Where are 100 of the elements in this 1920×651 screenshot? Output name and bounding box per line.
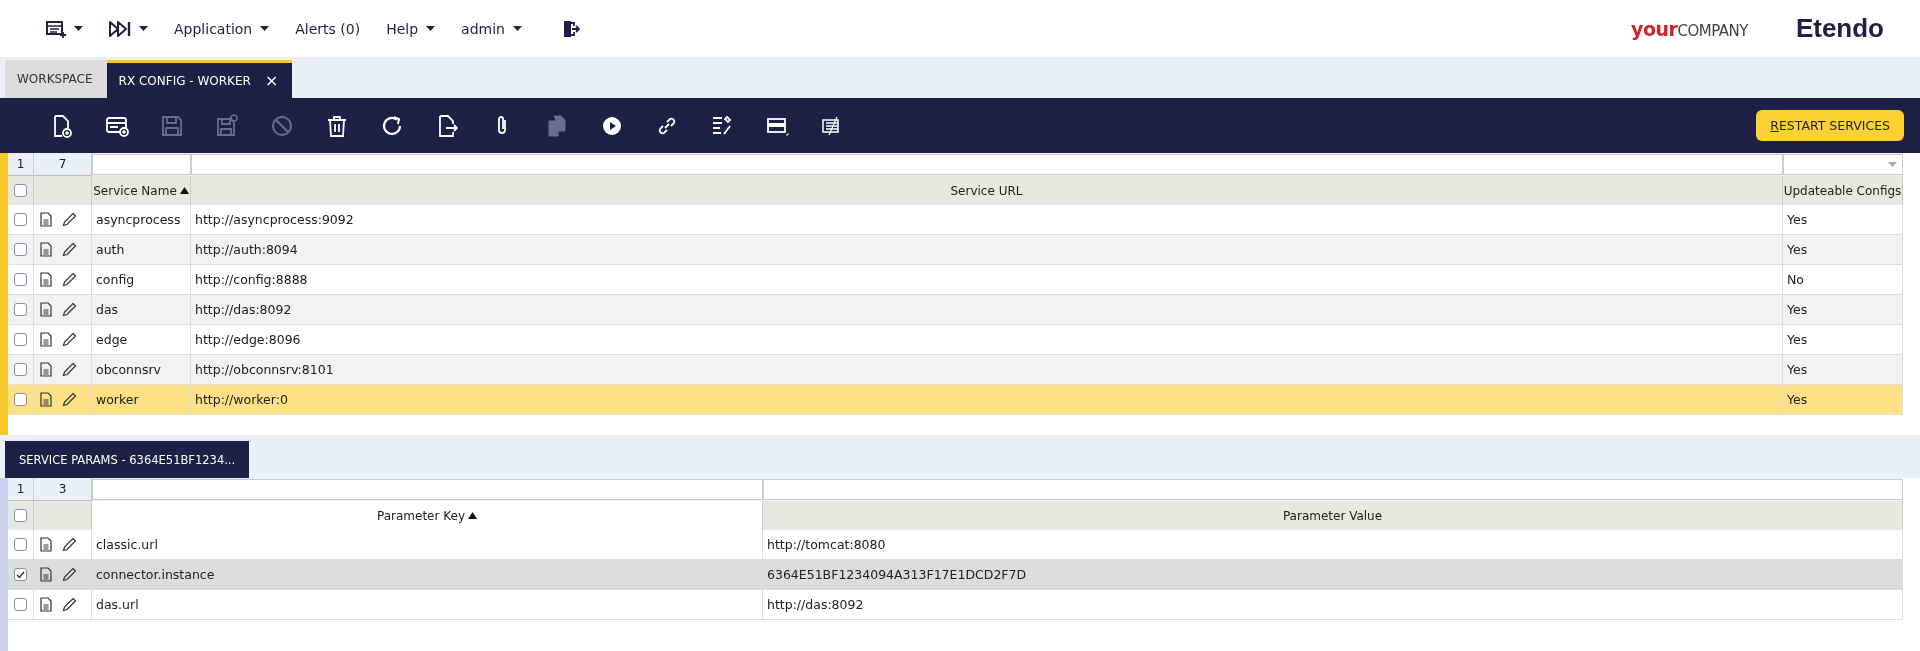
menu-item[interactable]: Alerts (0) [295, 20, 361, 37]
row-checkbox[interactable] [14, 303, 27, 316]
table-cell: Yes [1787, 302, 1808, 317]
toolbar-button[interactable] [109, 20, 148, 37]
row-checkbox[interactable] [14, 213, 27, 226]
document-icon[interactable] [40, 302, 52, 317]
sort-ascending-icon [468, 512, 477, 519]
tab[interactable]: WORKSPACE [5, 60, 107, 98]
row-checkbox[interactable] [14, 393, 27, 406]
table-cell: http://auth:8094 [195, 242, 298, 257]
row-checkbox[interactable] [14, 333, 27, 346]
select-all-checkbox[interactable] [14, 184, 27, 197]
menu-item[interactable]: Application [174, 20, 270, 37]
tab[interactable]: SERVICE PARAMS - 6364E51BF1234... [5, 441, 250, 478]
filter-field[interactable] [92, 154, 191, 175]
document-icon[interactable] [40, 597, 52, 612]
logout-icon [561, 19, 580, 38]
table-cell: http://asyncprocess:9092 [195, 212, 354, 227]
tab[interactable]: RX CONFIG - WORKER × [106, 60, 293, 98]
document-icon[interactable] [40, 362, 52, 377]
table-cell: http://tomcat:8080 [767, 537, 886, 552]
document-icon[interactable] [40, 242, 52, 257]
pencil-icon[interactable] [62, 392, 77, 407]
menu-item[interactable]: admin [461, 20, 522, 37]
table-cell: Yes [1787, 362, 1808, 377]
table-row[interactable]: das http://das:8092 Yes [8, 295, 1903, 325]
document-icon[interactable] [40, 332, 52, 347]
table-cell: Yes [1787, 392, 1808, 407]
record-count: 7 [34, 153, 92, 176]
table-cell: das [96, 302, 119, 317]
table-cell: edge [96, 332, 128, 347]
menu-item[interactable]: Help [386, 20, 436, 37]
caret-icon [74, 25, 83, 32]
header-label: Service URL [950, 183, 1023, 198]
table-cell: No [1787, 272, 1804, 287]
caret-icon [512, 25, 522, 32]
caret-icon [260, 25, 270, 32]
table-row[interactable]: auth http://auth:8094 Yes [8, 235, 1903, 265]
table-cell: worker [96, 392, 139, 407]
table-cell: http://das:8092 [767, 597, 864, 612]
table-row[interactable]: worker http://worker:0 Yes [8, 385, 1903, 415]
filter-field[interactable] [763, 479, 1903, 500]
save-icon [159, 113, 184, 138]
caret-icon [139, 25, 148, 32]
table-cell: connector.instance [96, 567, 215, 582]
column-header[interactable]: Service URL [191, 176, 1783, 205]
toolbar-button[interactable] [46, 19, 83, 38]
document-icon[interactable] [40, 392, 52, 407]
document-icon[interactable] [40, 567, 52, 582]
column-header[interactable]: Parameter Value [763, 501, 1903, 530]
row-checkbox[interactable] [14, 568, 27, 581]
pencil-icon[interactable] [62, 332, 77, 347]
document-icon[interactable] [40, 537, 52, 552]
company-logo: yourCOMPANY [1631, 17, 1748, 40]
save-close-icon [214, 113, 239, 138]
caret-icon [426, 25, 436, 32]
table-cell: das.url [96, 597, 139, 612]
pencil-icon[interactable] [62, 597, 77, 612]
row-checkbox[interactable] [14, 363, 27, 376]
close-icon[interactable]: × [264, 71, 279, 90]
row-checkbox[interactable] [14, 243, 27, 256]
list-icon [46, 19, 66, 38]
pencil-icon[interactable] [62, 212, 77, 227]
table-cell: classic.url [96, 537, 158, 552]
document-icon[interactable] [40, 212, 52, 227]
pencil-icon[interactable] [62, 272, 77, 287]
table-cell: auth [96, 242, 125, 257]
cancel-icon [269, 113, 294, 138]
pencil-icon[interactable] [62, 302, 77, 317]
row-checkbox[interactable] [14, 538, 27, 551]
pencil-icon[interactable] [62, 242, 77, 257]
filter-field[interactable] [92, 479, 763, 500]
pencil-icon[interactable] [62, 362, 77, 377]
pencil-icon[interactable] [62, 567, 77, 582]
pencil-icon[interactable] [62, 537, 77, 552]
table-row[interactable]: das.url http://das:8092 [8, 590, 1903, 620]
column-header[interactable]: Parameter Key [92, 501, 763, 530]
restart-services-button[interactable]: RESTART SERVICES [1756, 110, 1904, 141]
table-cell: http://config:8888 [195, 272, 308, 287]
column-header[interactable]: Service Name [92, 176, 191, 205]
fast-forward-icon [109, 20, 131, 37]
table-cell: http://obconnsrv:8101 [195, 362, 334, 377]
filter-field[interactable] [191, 154, 1783, 175]
table-cell: asyncprocess [96, 212, 181, 227]
column-header[interactable]: Updateable Configs [1783, 176, 1903, 205]
select-all-checkbox[interactable] [14, 509, 27, 522]
table-cell: Yes [1787, 212, 1808, 227]
table-cell: obconnsrv [96, 362, 161, 377]
brand-logo: Etendo [1795, 13, 1884, 44]
selected-count: 1 [8, 153, 34, 176]
table-row[interactable]: connector.instance 6364E51BF1234094A313F17E1DCD2F7D [8, 560, 1903, 590]
header-label: Parameter Key [377, 508, 465, 523]
table-cell: 6364E51BF1234094A313F17E1DCD2F7D [767, 567, 1027, 582]
toolbar-button[interactable] [561, 19, 580, 38]
document-icon[interactable] [40, 272, 52, 287]
table-row[interactable]: obconnsrv http://obconnsrv:8101 Yes [8, 355, 1903, 385]
table-cell: http://edge:8096 [195, 332, 301, 347]
row-checkbox[interactable] [14, 273, 27, 286]
header-label: Service Name [93, 183, 177, 198]
row-checkbox[interactable] [14, 598, 27, 611]
